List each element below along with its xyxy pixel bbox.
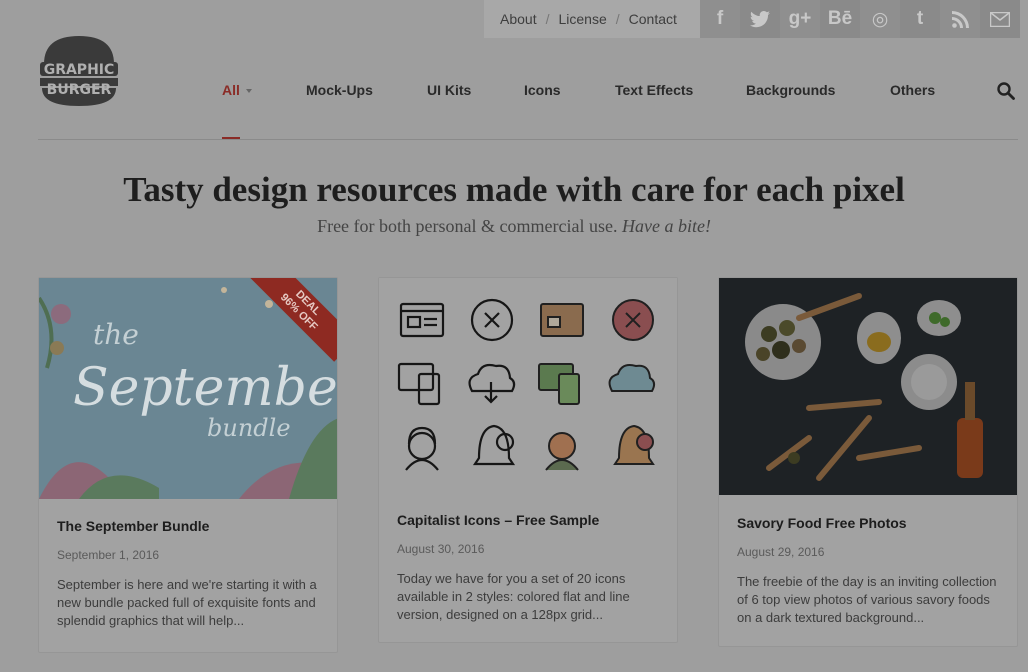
about-link[interactable]: About — [500, 11, 537, 27]
nav-item-icons[interactable]: Icons — [524, 82, 561, 98]
search-icon[interactable] — [997, 82, 1015, 100]
post-card[interactable]: the September bundle DEAL 96% OFF The Se… — [38, 277, 338, 653]
post-excerpt: The freebie of the day is an inviting co… — [737, 574, 997, 625]
nav-item-text-effects[interactable]: Text Effects — [615, 82, 693, 98]
main-nav: All Mock-Ups UI Kits Icons Text Effects … — [0, 78, 1028, 102]
hero-subtitle-emphasis: Have a bite! — [621, 216, 711, 236]
post-card[interactable]: Capitalist Icons – Free Sample August 30… — [378, 277, 678, 643]
post-excerpt: September is here and we're starting it … — [57, 577, 317, 628]
nav-item-all[interactable]: All — [222, 82, 252, 98]
tumblr-icon[interactable]: t — [900, 0, 940, 38]
post-thumbnail[interactable]: the September bundle DEAL 96% OFF — [39, 278, 337, 499]
icon-grid-preview — [397, 298, 656, 471]
license-link[interactable]: License — [558, 11, 606, 27]
contact-link[interactable]: Contact — [629, 11, 677, 27]
nav-item-backgrounds[interactable]: Backgrounds — [746, 82, 835, 98]
twitter-icon[interactable] — [740, 0, 780, 38]
nav-item-ui-kits[interactable]: UI Kits — [427, 82, 471, 98]
separator: / — [615, 11, 620, 27]
post-date: August 29, 2016 — [737, 545, 825, 559]
thumbnail-text: September — [73, 358, 337, 418]
mail-icon[interactable] — [980, 0, 1020, 38]
post-thumbnail[interactable] — [719, 278, 1017, 495]
food-photo — [719, 278, 1017, 495]
google-plus-icon[interactable]: g+ — [780, 0, 820, 38]
top-utility-nav: About / License / Contact — [484, 0, 700, 38]
post-title[interactable]: The September Bundle — [39, 518, 337, 534]
dribbble-icon[interactable]: ◎ — [860, 0, 900, 38]
social-bar: f g+ Bē ◎ t — [700, 0, 1020, 38]
post-title[interactable]: Savory Food Free Photos — [719, 515, 1017, 531]
thumbnail-text: bundle — [207, 414, 291, 442]
hero-subtitle-text: Free for both personal & commercial use. — [317, 216, 618, 236]
thumbnail-text: the — [93, 318, 139, 351]
separator: / — [545, 11, 550, 27]
nav-item-mock-ups[interactable]: Mock-Ups — [306, 82, 373, 98]
chevron-down-icon — [245, 89, 252, 94]
logo-text-graphic: GRAPHIC — [44, 62, 115, 78]
behance-icon[interactable]: Bē — [820, 0, 860, 38]
post-card[interactable]: Savory Food Free Photos August 29, 2016 … — [718, 277, 1018, 647]
post-excerpt: Today we have for you a set of 20 icons … — [397, 571, 630, 622]
hero-subtitle: Free for both personal & commercial use.… — [0, 216, 1028, 237]
nav-label: All — [222, 82, 240, 98]
post-date: September 1, 2016 — [57, 548, 160, 562]
rss-icon[interactable] — [940, 0, 980, 38]
post-date: August 30, 2016 — [397, 542, 485, 556]
post-title[interactable]: Capitalist Icons – Free Sample — [379, 512, 677, 528]
post-thumbnail[interactable] — [379, 278, 677, 492]
nav-item-others[interactable]: Others — [890, 82, 935, 98]
facebook-icon[interactable]: f — [700, 0, 740, 38]
header-divider — [38, 139, 1018, 140]
hero-title: Tasty design resources made with care fo… — [123, 170, 905, 209]
